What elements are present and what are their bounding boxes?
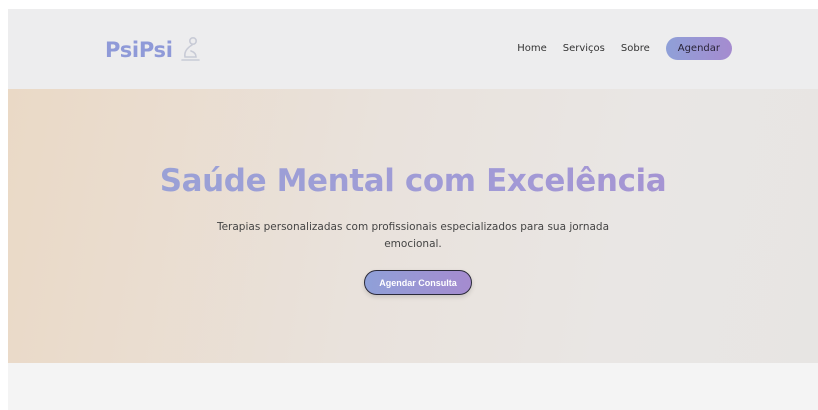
site-header: PsiPsi Home Serviços Sobre Agendar: [8, 9, 818, 89]
hero-section: Saúde Mental com Excelência Terapias per…: [8, 89, 818, 363]
agendar-button[interactable]: Agendar: [665, 36, 732, 60]
nav-link-home[interactable]: Home: [517, 43, 547, 54]
hero-subtitle: Terapias personalizadas com profissionai…: [216, 221, 610, 250]
hero-title: Saúde Mental com Excelência: [8, 163, 818, 199]
main-nav: Home Serviços Sobre Agendar: [517, 36, 732, 60]
next-section: [8, 363, 818, 410]
nav-link-sobre[interactable]: Sobre: [621, 43, 650, 54]
seated-figure-icon: [180, 36, 200, 61]
nav-link-servicos[interactable]: Serviços: [563, 43, 605, 54]
agendar-consulta-button[interactable]: Agendar Consulta: [364, 270, 472, 295]
logo[interactable]: PsiPsi: [105, 35, 201, 65]
logo-text: PsiPsi: [105, 38, 173, 62]
page: PsiPsi Home Serviços Sobre Agendar Saúde…: [8, 9, 818, 410]
